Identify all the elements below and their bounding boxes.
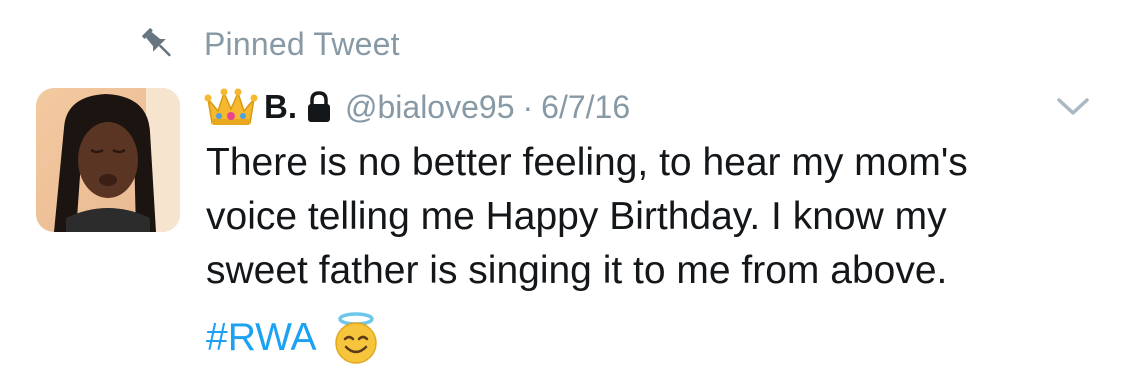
crown-emoji bbox=[204, 85, 258, 129]
chevron-down-icon[interactable] bbox=[1056, 96, 1090, 118]
separator-dot: · bbox=[522, 88, 534, 125]
display-name[interactable]: B. bbox=[264, 88, 297, 126]
tweet-text-line: voice telling me Happy Birthday. I know … bbox=[206, 195, 947, 238]
pin-icon bbox=[138, 24, 178, 64]
pinned-tweet-header: Pinned Tweet bbox=[138, 22, 400, 66]
tweet-text: There is no better feeling, to hear my m… bbox=[206, 136, 1106, 298]
smiling-face-with-halo-emoji bbox=[331, 311, 381, 365]
tweet-date[interactable]: 6/7/16 bbox=[541, 89, 630, 126]
hashtag-link[interactable]: #RWA bbox=[206, 316, 317, 360]
hashtag-row: #RWA bbox=[206, 310, 381, 366]
avatar[interactable] bbox=[36, 88, 180, 232]
pinned-label: Pinned Tweet bbox=[204, 25, 400, 62]
lock-icon bbox=[307, 91, 331, 123]
tweet-text-line: sweet father is singing it to me from ab… bbox=[206, 249, 948, 292]
tweet-header: B. @bialove95 · 6/7/16 bbox=[204, 84, 630, 130]
tweet-text-line: There is no better feeling, to hear my m… bbox=[206, 141, 968, 184]
user-handle[interactable]: @bialove95 bbox=[345, 89, 514, 126]
